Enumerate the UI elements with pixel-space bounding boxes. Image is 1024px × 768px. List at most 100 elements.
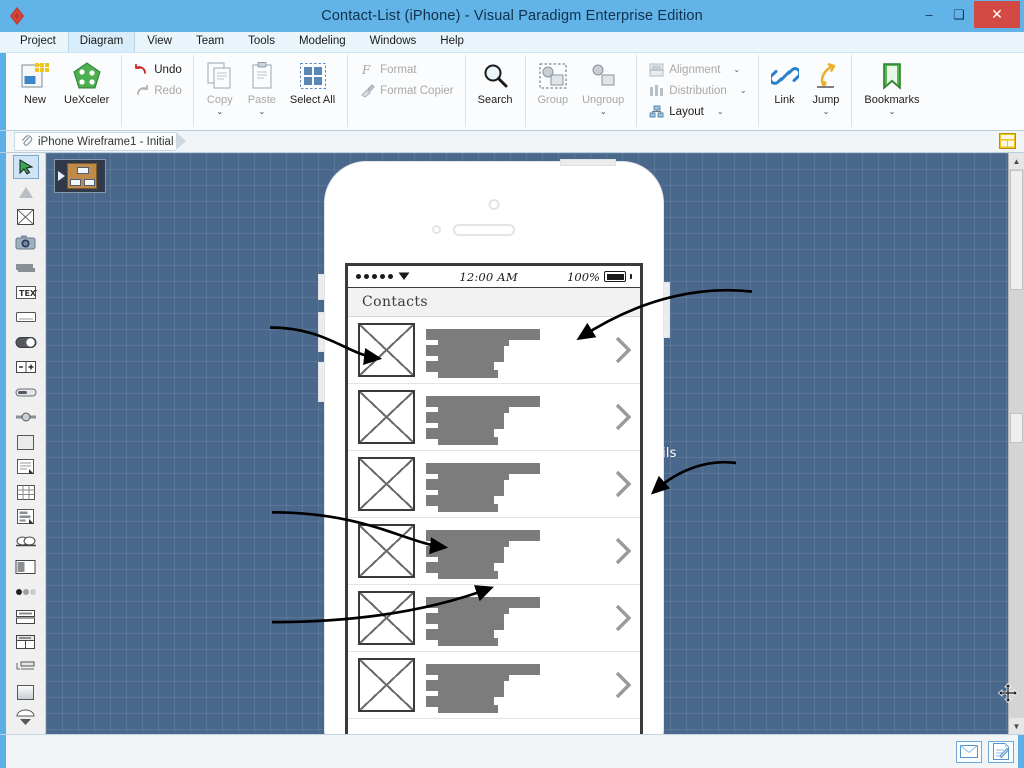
scroll-up-button[interactable]: ▲	[1008, 153, 1024, 169]
menu-tab-modeling[interactable]: Modeling	[287, 31, 358, 52]
text-tool[interactable]: TEXT	[13, 280, 39, 304]
triangle-tool[interactable]	[13, 180, 39, 204]
scroll-down-button[interactable]: ▼	[1008, 718, 1024, 734]
split-view-tool[interactable]	[13, 555, 39, 579]
menu-tab-windows[interactable]: Windows	[358, 31, 429, 52]
bookmarks-button[interactable]: Bookmarks ⌄	[857, 57, 926, 127]
contact-row[interactable]	[348, 518, 640, 585]
format-copier-button[interactable]: Format Copier	[353, 80, 460, 101]
menu-tab-project[interactable]: Project	[8, 31, 68, 52]
uexceler-button[interactable]: UeXceler	[57, 57, 116, 127]
chevron-right-icon[interactable]	[606, 602, 640, 634]
wifi-icon	[398, 270, 410, 284]
copy-button[interactable]: Copy ⌄	[199, 57, 241, 127]
ribbon-group-clipboard: Copy ⌄ Paste ⌄ Select All	[194, 55, 349, 127]
contact-row[interactable]	[348, 384, 640, 451]
menu-tab-tools[interactable]: Tools	[236, 31, 287, 52]
diagram-canvas[interactable]: 12:00 AM 100% Contacts ▲ ▼	[46, 153, 1024, 734]
iphone-wireframe[interactable]: 12:00 AM 100% Contacts	[318, 159, 670, 734]
search-button[interactable]: Search	[471, 57, 520, 127]
redo-arrow-icon	[133, 83, 149, 99]
diagram-overview-icon[interactable]	[999, 133, 1016, 152]
layout-button[interactable]: Layout ⌄	[642, 101, 729, 122]
slider-tool[interactable]	[13, 405, 39, 429]
redo-button[interactable]: Redo	[127, 80, 188, 101]
dropdown-tool[interactable]	[13, 705, 39, 729]
indent-list-tool[interactable]	[13, 655, 39, 679]
chevron-right-icon[interactable]	[606, 334, 640, 366]
input-field-tool[interactable]	[13, 305, 39, 329]
bookmark-ribbon-icon	[879, 59, 905, 93]
new-button[interactable]: New	[13, 57, 57, 127]
rectangle-tool[interactable]	[13, 430, 39, 454]
paste-button[interactable]: Paste ⌄	[241, 57, 283, 127]
format-button[interactable]: F Format	[353, 59, 422, 80]
stacked-bars-tool[interactable]	[13, 605, 39, 629]
contact-name-bar	[426, 395, 541, 413]
contact-row[interactable]	[348, 585, 640, 652]
maximize-button[interactable]: ❑	[944, 1, 974, 28]
scrollbar-thumb[interactable]	[1010, 170, 1023, 290]
page-dots-tool[interactable]	[13, 580, 39, 604]
stepper-tool[interactable]	[13, 355, 39, 379]
chevron-down-icon[interactable]: ⌄	[733, 62, 740, 78]
chevron-down-icon[interactable]: ⌄	[740, 83, 747, 99]
chevron-down-icon[interactable]: ⌄	[889, 107, 896, 116]
page-tool[interactable]	[13, 455, 39, 479]
gradient-box-tool[interactable]	[13, 680, 39, 704]
vertical-scrollbar[interactable]: ▲ ▼	[1008, 153, 1024, 734]
expand-triangle-icon[interactable]	[58, 171, 65, 181]
chevron-down-icon[interactable]: ⌄	[258, 107, 265, 116]
chevron-right-icon[interactable]	[606, 401, 640, 433]
chevron-right-icon[interactable]	[606, 535, 640, 567]
progress-bar-tool[interactable]	[13, 380, 39, 404]
scrollbar-secondary-thumb[interactable]	[1010, 413, 1023, 443]
new-document-icon	[20, 59, 50, 93]
menu-tab-view[interactable]: View	[135, 31, 184, 52]
ungroup-button[interactable]: Ungroup ⌄	[575, 57, 631, 127]
format-f-icon: F	[359, 62, 375, 78]
contact-row[interactable]	[348, 451, 640, 518]
paperclip-icon	[20, 134, 33, 150]
contact-row[interactable]	[348, 652, 640, 719]
bar-tool[interactable]	[13, 255, 39, 279]
alignment-button[interactable]: Alignment ⌄	[642, 59, 746, 80]
minimize-button[interactable]: –	[914, 1, 944, 28]
contact-text-placeholders	[426, 663, 595, 713]
signal-dots-icon	[356, 274, 393, 279]
close-button[interactable]: ✕	[974, 1, 1020, 28]
image-placeholder-tool[interactable]	[13, 205, 39, 229]
camera-tool[interactable]	[13, 230, 39, 254]
group-button[interactable]: Group	[531, 57, 576, 127]
distribution-button[interactable]: Distribution ⌄	[642, 80, 752, 101]
switch-tool[interactable]	[13, 330, 39, 354]
pointer-tool[interactable]	[12, 155, 39, 179]
list-page-tool[interactable]	[13, 505, 39, 529]
chevron-down-icon[interactable]: ⌄	[600, 107, 607, 116]
svg-text:TEXT: TEXT	[19, 289, 37, 298]
diagram-thumbnail-widget[interactable]	[54, 159, 106, 193]
table-tool[interactable]	[13, 480, 39, 504]
breadcrumb-item-diagram[interactable]: iPhone Wireframe1 - Initial	[14, 132, 185, 151]
window-title: Contact-List (iPhone) - Visual Paradigm …	[321, 8, 703, 24]
chevron-right-icon[interactable]	[606, 669, 640, 701]
contact-row[interactable]	[348, 317, 640, 384]
menu-tab-help[interactable]: Help	[428, 31, 476, 52]
menu-tab-team[interactable]: Team	[184, 31, 236, 52]
undo-button[interactable]: Undo	[127, 59, 188, 80]
mask-tool[interactable]	[13, 530, 39, 554]
chevron-right-icon[interactable]	[606, 468, 640, 500]
phone-screen: 12:00 AM 100% Contacts	[345, 263, 643, 734]
header-panel-tool[interactable]	[13, 630, 39, 654]
chevron-down-icon[interactable]: ⌄	[717, 104, 724, 120]
message-button[interactable]	[956, 740, 982, 763]
chevron-down-icon[interactable]: ⌄	[823, 107, 830, 116]
contact-name-bar	[426, 529, 541, 547]
note-button[interactable]	[988, 740, 1014, 763]
link-button[interactable]: Link	[764, 57, 806, 127]
menu-tab-diagram[interactable]: Diagram	[67, 31, 136, 52]
contact-jobtitle-bar	[426, 561, 499, 579]
jump-button[interactable]: Jump ⌄	[806, 57, 847, 127]
select-all-button[interactable]: Select All	[283, 57, 342, 127]
chevron-down-icon[interactable]: ⌄	[216, 107, 223, 116]
